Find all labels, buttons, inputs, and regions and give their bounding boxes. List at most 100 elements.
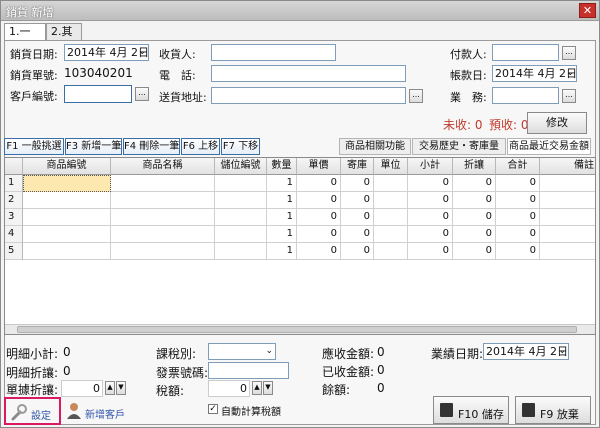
tab-product-functions[interactable]: 商品相關功能	[339, 138, 411, 155]
cell-code[interactable]	[23, 192, 111, 209]
spin-down-icon[interactable]: ▼	[116, 381, 126, 395]
tax-type-select[interactable]: ⌄	[208, 343, 276, 360]
cell-name[interactable]	[111, 175, 215, 192]
cell-total[interactable]: 0	[496, 226, 540, 243]
tab-general[interactable]: 1.一般	[4, 23, 46, 53]
settings-button[interactable]: 設定	[4, 397, 61, 425]
payer-lookup-button[interactable]: ...	[562, 46, 576, 60]
col-header-location[interactable]: 儲位編號	[215, 158, 267, 175]
cell-price[interactable]: 0	[297, 192, 341, 209]
cell-price[interactable]: 0	[297, 226, 341, 243]
cell-subtotal[interactable]: 0	[408, 209, 453, 226]
items-grid[interactable]: 商品編號 商品名稱 儲位編號 數量 單價 寄庫 單位 小計 折讓 合計 備註 1…	[4, 157, 596, 335]
cell-loc[interactable]	[215, 243, 267, 260]
scrollbar-thumb[interactable]	[17, 326, 577, 333]
cell-qty[interactable]: 1	[267, 243, 297, 260]
cell-discount[interactable]: 0	[453, 243, 496, 260]
cell-unit[interactable]	[374, 192, 408, 209]
close-button[interactable]: ✕	[579, 3, 596, 18]
row-number[interactable]: 5	[5, 243, 23, 260]
cell-discount[interactable]: 0	[453, 175, 496, 192]
cell-name[interactable]	[111, 226, 215, 243]
cell-remark[interactable]	[540, 226, 595, 243]
spin-up-icon[interactable]: ▲	[105, 381, 115, 395]
sales-lookup-button[interactable]: ...	[562, 89, 576, 103]
cell-unit[interactable]	[374, 209, 408, 226]
cell-discount[interactable]: 0	[453, 209, 496, 226]
tab-recent-prices[interactable]: 商品最近交易金額	[507, 138, 591, 155]
col-header-product-name[interactable]: 商品名稱	[111, 158, 215, 175]
discard-button[interactable]: F9 放棄	[515, 396, 591, 424]
horizontal-scrollbar[interactable]	[5, 324, 595, 334]
cell-remark[interactable]	[540, 192, 595, 209]
row-number[interactable]: 3	[5, 209, 23, 226]
cell-loc[interactable]	[215, 192, 267, 209]
cell-qty[interactable]: 1	[267, 192, 297, 209]
cell-consign[interactable]: 0	[341, 243, 374, 260]
cell-consign[interactable]: 0	[341, 209, 374, 226]
row-number[interactable]: 4	[5, 226, 23, 243]
col-header-product-code[interactable]: 商品編號	[23, 158, 111, 175]
tab-other[interactable]: 2.其他	[46, 23, 82, 53]
f7-move-down-button[interactable]: F7 下移	[221, 138, 260, 155]
customer-input[interactable]	[64, 85, 132, 103]
cell-consign[interactable]: 0	[341, 226, 374, 243]
cell-price[interactable]: 0	[297, 209, 341, 226]
customer-lookup-button[interactable]: ...	[135, 87, 149, 101]
cell-code[interactable]	[23, 226, 111, 243]
new-customer-button[interactable]: 新增客戶	[65, 402, 130, 422]
col-header-consign[interactable]: 寄庫	[341, 158, 374, 175]
cell-unit[interactable]	[374, 226, 408, 243]
col-header-subtotal[interactable]: 小計	[408, 158, 453, 175]
modify-button[interactable]: 修改	[527, 112, 587, 134]
f3-add-row-button[interactable]: F3 新增一筆	[65, 138, 122, 155]
cell-consign[interactable]: 0	[341, 192, 374, 209]
cell-subtotal[interactable]: 0	[408, 243, 453, 260]
cell-qty[interactable]: 1	[267, 175, 297, 192]
cell-consign[interactable]: 0	[341, 175, 374, 192]
row-number[interactable]: 1	[5, 175, 23, 192]
address-input[interactable]	[211, 87, 406, 104]
cell-name[interactable]	[111, 192, 215, 209]
spin-down-icon[interactable]: ▼	[263, 381, 273, 395]
cell-unit[interactable]	[374, 243, 408, 260]
cell-code[interactable]	[23, 175, 111, 192]
f4-delete-row-button[interactable]: F4 刪除一筆	[123, 138, 180, 155]
spin-up-icon[interactable]: ▲	[252, 381, 262, 395]
cell-total[interactable]: 0	[496, 209, 540, 226]
auto-tax-checkbox[interactable]: ✓	[208, 404, 218, 414]
cell-loc[interactable]	[215, 175, 267, 192]
cell-total[interactable]: 0	[496, 175, 540, 192]
receiver-input[interactable]	[211, 44, 336, 61]
col-header-unit[interactable]: 單位	[374, 158, 408, 175]
col-header-remark[interactable]: 備註	[540, 158, 595, 175]
cell-code[interactable]	[23, 209, 111, 226]
cell-subtotal[interactable]: 0	[408, 226, 453, 243]
payer-input[interactable]	[492, 44, 559, 61]
f1-select-button[interactable]: F1 一般挑選	[4, 138, 64, 155]
cell-subtotal[interactable]: 0	[408, 192, 453, 209]
cell-price[interactable]: 0	[297, 175, 341, 192]
tax-input[interactable]: 0	[208, 380, 250, 397]
cell-loc[interactable]	[215, 209, 267, 226]
col-header-discount[interactable]: 折讓	[453, 158, 496, 175]
sale-date-picker[interactable]: 2014年 4月 2日 ⌄	[64, 44, 149, 61]
cell-discount[interactable]: 0	[453, 192, 496, 209]
cell-price[interactable]: 0	[297, 243, 341, 260]
overall-discount-input[interactable]: 0	[61, 380, 103, 397]
cell-remark[interactable]	[540, 243, 595, 260]
cell-subtotal[interactable]: 0	[408, 175, 453, 192]
col-header-price[interactable]: 單價	[297, 158, 341, 175]
cell-unit[interactable]	[374, 175, 408, 192]
cell-total[interactable]: 0	[496, 192, 540, 209]
cell-qty[interactable]: 1	[267, 226, 297, 243]
save-button[interactable]: F10 儲存	[433, 396, 509, 424]
cell-discount[interactable]: 0	[453, 226, 496, 243]
cell-total[interactable]: 0	[496, 243, 540, 260]
row-number[interactable]: 2	[5, 192, 23, 209]
phone-input[interactable]	[211, 65, 406, 82]
cell-loc[interactable]	[215, 226, 267, 243]
account-date-picker[interactable]: 2014年 4月 2日 ⌄	[492, 65, 577, 82]
cell-remark[interactable]	[540, 175, 595, 192]
cell-name[interactable]	[111, 243, 215, 260]
